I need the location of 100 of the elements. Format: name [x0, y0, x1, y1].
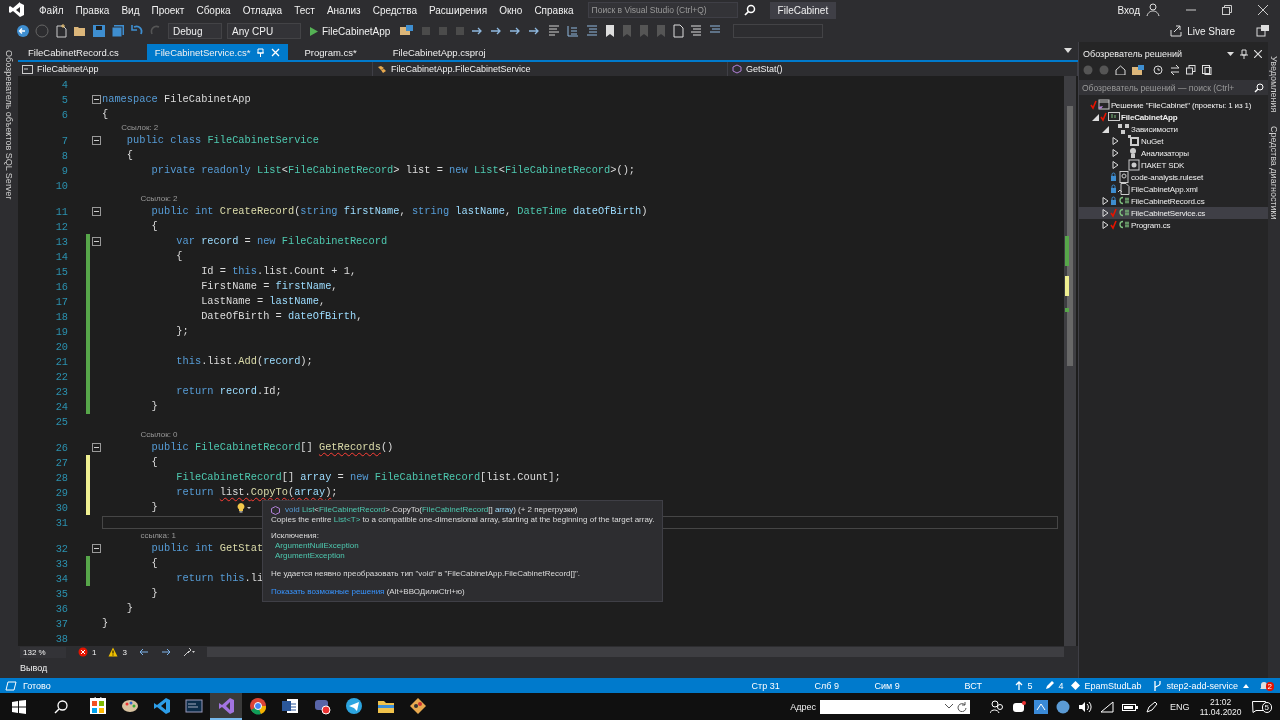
search-field[interactable]: Поиск в Visual Studio (Ctrl+Q) — [587, 2, 738, 18]
reference-count-link[interactable]: Ссылок: 0 — [140, 429, 178, 440]
horizontal-scrollbar[interactable] — [206, 647, 1064, 657]
collapse-icon[interactable] — [91, 237, 101, 246]
dropdown-icon[interactable] — [1064, 48, 1072, 54]
collapsed-icon[interactable] — [1101, 221, 1109, 229]
configuration-dropdown[interactable]: Debug — [168, 23, 222, 39]
collapse-icon[interactable] — [91, 136, 101, 145]
folder-icon[interactable] — [73, 24, 87, 38]
live-share-button[interactable]: Live Share — [1170, 25, 1235, 37]
start-icon[interactable] — [12, 699, 26, 714]
restore-icon[interactable] — [1222, 5, 1232, 15]
home-icon[interactable] — [1115, 65, 1126, 75]
feedback-icon[interactable] — [1256, 24, 1270, 38]
collapsed-icon[interactable] — [1111, 161, 1119, 169]
language-indicator[interactable]: ENG — [1170, 701, 1190, 712]
collapse-all-icon[interactable] — [1186, 65, 1196, 75]
warning-count[interactable]: 3 — [108, 647, 127, 657]
side-tab[interactable]: Средства диагностики — [1269, 124, 1279, 222]
menu-item[interactable]: Вид — [115, 4, 146, 16]
collapsed-icon[interactable] — [1111, 149, 1119, 157]
close-icon[interactable] — [1258, 5, 1268, 15]
search-field[interactable]: Обозреватель решений — поиск (Ctrl+ — [1079, 80, 1268, 95]
document-tab[interactable]: Program.cs* — [296, 44, 365, 60]
pending-changes[interactable]: 4 — [1044, 680, 1071, 691]
collapsed-icon[interactable] — [1111, 137, 1119, 145]
sync-icon[interactable] — [1170, 65, 1180, 75]
globe-icon[interactable] — [1056, 699, 1071, 714]
reference-count-link[interactable]: ссылка: 1 — [140, 530, 176, 541]
refresh-icon[interactable] — [957, 701, 968, 712]
zoom-dropdown[interactable]: 132 % — [20, 646, 66, 658]
menu-item[interactable]: Средства — [366, 4, 423, 16]
chat-app-icon[interactable] — [1012, 700, 1027, 713]
tree-item[interactable]: FileCabinetApp — [1079, 111, 1268, 123]
account-icon[interactable] — [1146, 3, 1160, 17]
close-icon[interactable] — [1254, 50, 1262, 58]
scrollbar-thumb[interactable] — [1067, 106, 1073, 366]
menu-item[interactable]: Расширения — [422, 4, 494, 16]
new-item-icon[interactable] — [54, 24, 68, 38]
battery-icon[interactable] — [1122, 701, 1139, 712]
sign-in-link[interactable]: Вход — [1117, 4, 1140, 16]
previous-icon[interactable] — [138, 648, 149, 656]
collapsed-icon[interactable] — [1101, 209, 1109, 217]
start-button[interactable]: FileCabinetApp — [306, 25, 395, 37]
notifications-button[interactable]: 2 — [1258, 680, 1274, 691]
light-bulb-icon[interactable] — [236, 502, 252, 513]
action-center-button[interactable]: 5 — [1251, 700, 1272, 713]
branch-button[interactable]: step2-add-service — [1152, 680, 1253, 691]
expanded-icon[interactable] — [1091, 113, 1099, 121]
exception-link[interactable]: ArgumentException — [271, 551, 654, 561]
exception-link[interactable]: ArgumentNullException — [271, 541, 654, 551]
collapse-icon[interactable] — [91, 207, 101, 216]
tree-item[interactable]: Анализаторы — [1079, 147, 1268, 159]
document-icon[interactable] — [672, 24, 685, 38]
brush-icon[interactable] — [182, 647, 195, 657]
save-all-icon[interactable] — [111, 24, 125, 38]
volume-icon[interactable] — [1078, 700, 1093, 713]
tree-item[interactable]: Program.cs — [1079, 219, 1268, 231]
reference-count-link[interactable]: Ссылок: 2 — [121, 122, 159, 133]
files-icon[interactable] — [1202, 65, 1212, 75]
tree-item[interactable]: ПАКЕТ SDK — [1079, 159, 1268, 171]
pen-icon[interactable] — [1146, 700, 1159, 713]
document-tab[interactable]: FileCabinetApp.csproj — [384, 44, 494, 60]
dropdown-icon[interactable] — [1227, 51, 1234, 57]
menu-item[interactable]: Сборка — [190, 4, 237, 16]
repository-button[interactable]: EpamStudLab — [1070, 680, 1153, 691]
clock-time[interactable]: 21:02 — [1209, 696, 1232, 707]
side-tab[interactable]: Обозреватель объектов SQL Server — [4, 48, 14, 202]
unpushed-commits[interactable]: 5 — [1014, 680, 1045, 691]
output-tab[interactable]: Вывод — [20, 661, 48, 675]
wifi-icon[interactable] — [1100, 700, 1115, 713]
side-tab[interactable]: Уведомления — [1269, 54, 1279, 115]
tree-item[interactable]: Решение "FileCabinet" (проекты: 1 из 1) — [1079, 99, 1268, 111]
back-icon[interactable] — [16, 24, 30, 38]
menu-item[interactable]: Проект — [145, 4, 191, 16]
scrollbar[interactable] — [1064, 76, 1076, 646]
collapsed-icon[interactable] — [1101, 197, 1109, 205]
error-count[interactable]: 1 — [78, 647, 97, 657]
search-icon[interactable] — [54, 699, 68, 714]
tree-item[interactable]: FileCabinetApp.xml — [1079, 183, 1268, 195]
comment-icon[interactable] — [689, 24, 704, 38]
bookmark-icon[interactable] — [604, 24, 617, 38]
tray-app-icon[interactable] — [1034, 699, 1049, 714]
pin-icon[interactable] — [1240, 49, 1248, 59]
menu-item[interactable]: Справка — [528, 4, 580, 16]
tree-item[interactable]: FileCabinetRecord.cs — [1079, 195, 1268, 207]
toolbar-icon[interactable] — [547, 24, 562, 38]
menu-item[interactable]: Файл — [33, 4, 70, 16]
tree-item[interactable]: Зависимости — [1079, 123, 1268, 135]
reference-count-link[interactable]: Ссылок: 2 — [140, 193, 178, 204]
collapse-icon[interactable] — [91, 95, 101, 104]
restart-icon[interactable] — [454, 25, 467, 37]
save-icon[interactable] — [92, 24, 106, 38]
folder-icon[interactable] — [1132, 65, 1146, 75]
toolbar-icon[interactable] — [566, 24, 581, 38]
menu-item[interactable]: Окно — [493, 4, 529, 16]
menu-item[interactable]: Правка — [69, 4, 116, 16]
next-icon[interactable] — [160, 648, 171, 656]
dropdown-icon[interactable] — [945, 704, 954, 709]
tree-item[interactable]: FileCabinetService.cs — [1079, 207, 1268, 219]
